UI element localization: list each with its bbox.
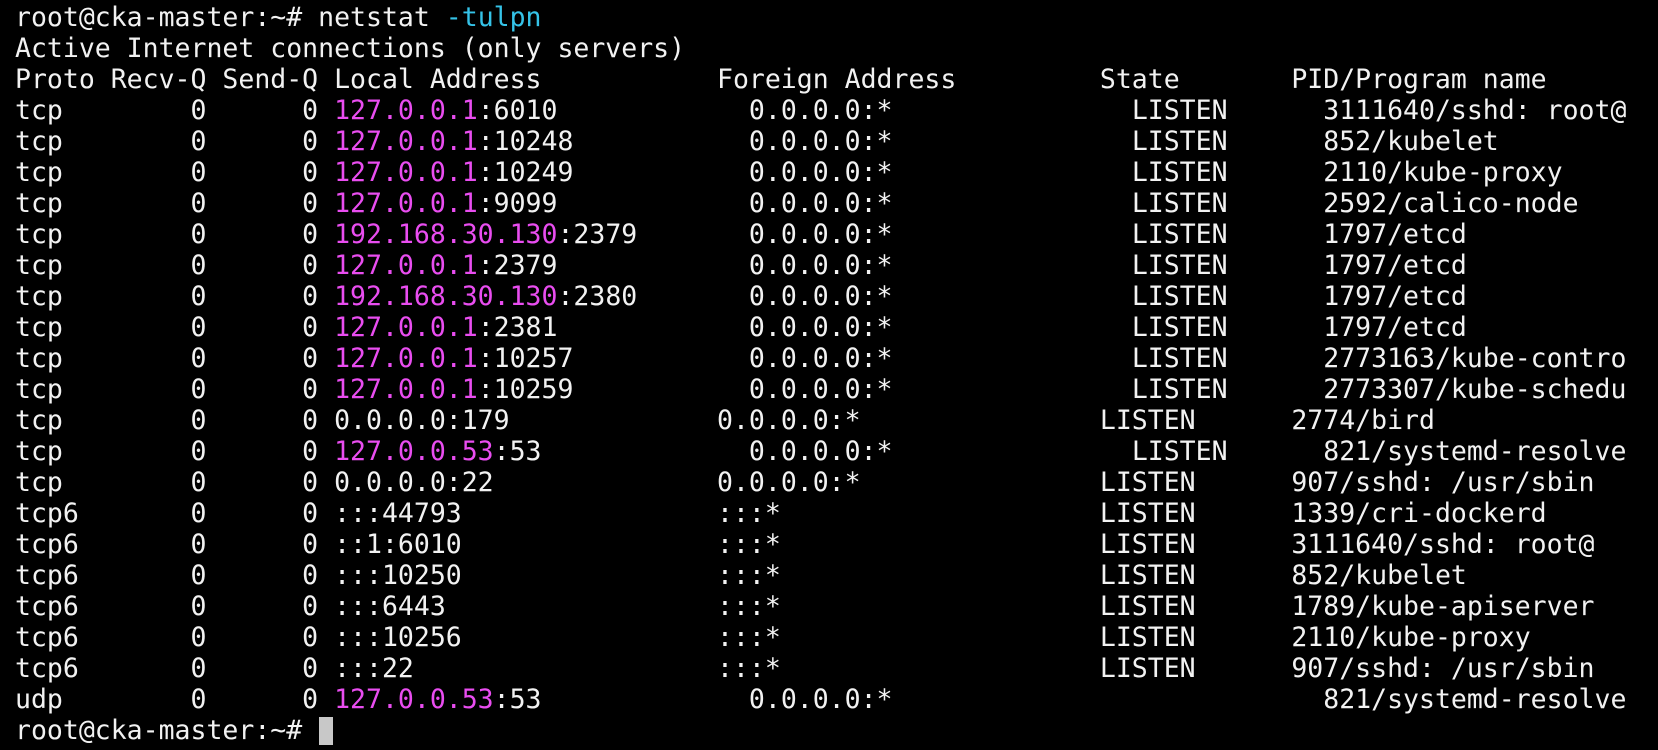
row-details: ::1:6010 :::* LISTEN 3111640/sshd: root@ xyxy=(334,529,1595,560)
connection-row: tcp 0 0 127.0.0.1:2379 0.0.0.0:* LISTEN … xyxy=(15,250,1658,281)
connection-row: tcp 0 0 127.0.0.53:53 0.0.0.0:* LISTEN 8… xyxy=(15,436,1658,467)
connection-row: tcp6 0 0 :::6443 :::* LISTEN 1789/kube-a… xyxy=(15,591,1658,622)
row-proto-queues: tcp 0 0 xyxy=(15,250,335,281)
row-details: :10249 0.0.0.0:* LISTEN 2110/kube-proxy xyxy=(477,157,1563,188)
row-local-ip: 127.0.0.1 xyxy=(334,312,478,343)
row-proto-queues: tcp 0 0 xyxy=(15,219,335,250)
connection-row: tcp 0 0 127.0.0.1:10248 0.0.0.0:* LISTEN… xyxy=(15,126,1658,157)
row-details: :::44793 :::* LISTEN 1339/cri-dockerd xyxy=(334,498,1547,529)
connection-row: tcp 0 0 127.0.0.1:10259 0.0.0.0:* LISTEN… xyxy=(15,374,1658,405)
row-local-ip: 192.168.30.130 xyxy=(334,219,558,250)
row-details: 0.0.0.0:22 0.0.0.0:* LISTEN 907/sshd: /u… xyxy=(334,467,1595,498)
row-details: :10259 0.0.0.0:* LISTEN 2773307/kube-sch… xyxy=(477,374,1627,405)
row-local-ip: 127.0.0.53 xyxy=(334,436,494,467)
row-details: :2380 0.0.0.0:* LISTEN 1797/etcd xyxy=(557,281,1467,312)
row-details: :53 0.0.0.0:* LISTEN 821/systemd-resolve xyxy=(493,436,1627,467)
row-proto-queues: tcp6 0 0 xyxy=(15,622,335,653)
row-proto-queues: tcp6 0 0 xyxy=(15,529,335,560)
row-local-ip: 127.0.0.1 xyxy=(334,157,478,188)
row-local-ip: 127.0.0.1 xyxy=(334,95,478,126)
row-local-ip: 127.0.0.1 xyxy=(334,188,478,219)
row-proto-queues: tcp 0 0 xyxy=(15,126,335,157)
connection-row: tcp 0 0 127.0.0.1:6010 0.0.0.0:* LISTEN … xyxy=(15,95,1658,126)
row-proto-queues: tcp 0 0 xyxy=(15,436,335,467)
row-proto-queues: tcp 0 0 xyxy=(15,343,335,374)
command-flag: -tulpn xyxy=(445,2,542,33)
row-proto-queues: tcp6 0 0 xyxy=(15,591,335,622)
window-top-edge xyxy=(0,0,1658,3)
row-proto-queues: tcp 0 0 xyxy=(15,312,335,343)
prompt: root@cka-master:~# xyxy=(15,2,319,33)
connection-row: tcp6 0 0 ::1:6010 :::* LISTEN 3111640/ss… xyxy=(15,529,1658,560)
row-local-ip: 192.168.30.130 xyxy=(334,281,558,312)
connection-row: tcp 0 0 127.0.0.1:9099 0.0.0.0:* LISTEN … xyxy=(15,188,1658,219)
connection-row: udp 0 0 127.0.0.53:53 0.0.0.0:* 821/syst… xyxy=(15,684,1658,715)
prompt: root@cka-master:~# xyxy=(15,715,319,746)
row-proto-queues: tcp 0 0 xyxy=(15,188,335,219)
row-local-ip: 127.0.0.1 xyxy=(334,250,478,281)
output-header-title: Active Internet connections (only server… xyxy=(15,33,686,64)
row-details: :10248 0.0.0.0:* LISTEN 852/kubelet xyxy=(477,126,1499,157)
row-proto-queues: tcp 0 0 xyxy=(15,405,335,436)
command-line: root@cka-master:~# netstat -tulpn xyxy=(15,2,1658,33)
text-cursor xyxy=(319,717,334,745)
row-proto-queues: tcp6 0 0 xyxy=(15,653,335,684)
row-proto-queues: tcp 0 0 xyxy=(15,467,335,498)
row-details: :53 0.0.0.0:* 821/systemd-resolve xyxy=(493,684,1627,715)
connection-row: tcp 0 0 127.0.0.1:10249 0.0.0.0:* LISTEN… xyxy=(15,157,1658,188)
terminal-window[interactable]: root@cka-master:~# netstat -tulpn Active… xyxy=(0,0,1658,750)
connection-row: tcp 0 0 0.0.0.0:179 0.0.0.0:* LISTEN 277… xyxy=(15,405,1658,436)
connection-row: tcp6 0 0 :::22 :::* LISTEN 907/sshd: /us… xyxy=(15,653,1658,684)
row-details: 0.0.0.0:179 0.0.0.0:* LISTEN 2774/bird xyxy=(334,405,1435,436)
row-details: :::10256 :::* LISTEN 2110/kube-proxy xyxy=(334,622,1531,653)
row-proto-queues: tcp6 0 0 xyxy=(15,498,335,529)
row-details: :::10250 :::* LISTEN 852/kubelet xyxy=(334,560,1467,591)
row-proto-queues: tcp 0 0 xyxy=(15,157,335,188)
row-details: :9099 0.0.0.0:* LISTEN 2592/calico-node xyxy=(477,188,1579,219)
connection-row: tcp6 0 0 :::10250 :::* LISTEN 852/kubele… xyxy=(15,560,1658,591)
row-details: :10257 0.0.0.0:* LISTEN 2773163/kube-con… xyxy=(477,343,1627,374)
row-local-ip: 127.0.0.1 xyxy=(334,126,478,157)
row-local-ip: 127.0.0.1 xyxy=(334,343,478,374)
row-local-ip: 127.0.0.53 xyxy=(334,684,494,715)
output-column-headers: Proto Recv-Q Send-Q Local Address Foreig… xyxy=(15,64,1547,95)
connection-list: tcp 0 0 127.0.0.1:6010 0.0.0.0:* LISTEN … xyxy=(15,95,1658,715)
connection-row: tcp6 0 0 :::44793 :::* LISTEN 1339/cri-d… xyxy=(15,498,1658,529)
row-details: :::6443 :::* LISTEN 1789/kube-apiserver xyxy=(334,591,1595,622)
connection-row: tcp 0 0 0.0.0.0:22 0.0.0.0:* LISTEN 907/… xyxy=(15,467,1658,498)
row-proto-queues: tcp 0 0 xyxy=(15,374,335,405)
command-text: netstat xyxy=(318,2,446,33)
row-details: :6010 0.0.0.0:* LISTEN 3111640/sshd: roo… xyxy=(477,95,1627,126)
row-proto-queues: tcp 0 0 xyxy=(15,95,335,126)
active-prompt-line[interactable]: root@cka-master:~# xyxy=(15,715,1658,746)
connection-row: tcp 0 0 127.0.0.1:2381 0.0.0.0:* LISTEN … xyxy=(15,312,1658,343)
connection-row: tcp 0 0 192.168.30.130:2380 0.0.0.0:* LI… xyxy=(15,281,1658,312)
row-details: :2379 0.0.0.0:* LISTEN 1797/etcd xyxy=(477,250,1467,281)
row-proto-queues: tcp 0 0 xyxy=(15,281,335,312)
row-details: :2381 0.0.0.0:* LISTEN 1797/etcd xyxy=(477,312,1467,343)
connection-row: tcp 0 0 127.0.0.1:10257 0.0.0.0:* LISTEN… xyxy=(15,343,1658,374)
connection-row: tcp 0 0 192.168.30.130:2379 0.0.0.0:* LI… xyxy=(15,219,1658,250)
row-details: :2379 0.0.0.0:* LISTEN 1797/etcd xyxy=(557,219,1467,250)
row-local-ip: 127.0.0.1 xyxy=(334,374,478,405)
row-proto-queues: udp 0 0 xyxy=(15,684,335,715)
row-details: :::22 :::* LISTEN 907/sshd: /usr/sbin xyxy=(334,653,1595,684)
row-proto-queues: tcp6 0 0 xyxy=(15,560,335,591)
connection-row: tcp6 0 0 :::10256 :::* LISTEN 2110/kube-… xyxy=(15,622,1658,653)
